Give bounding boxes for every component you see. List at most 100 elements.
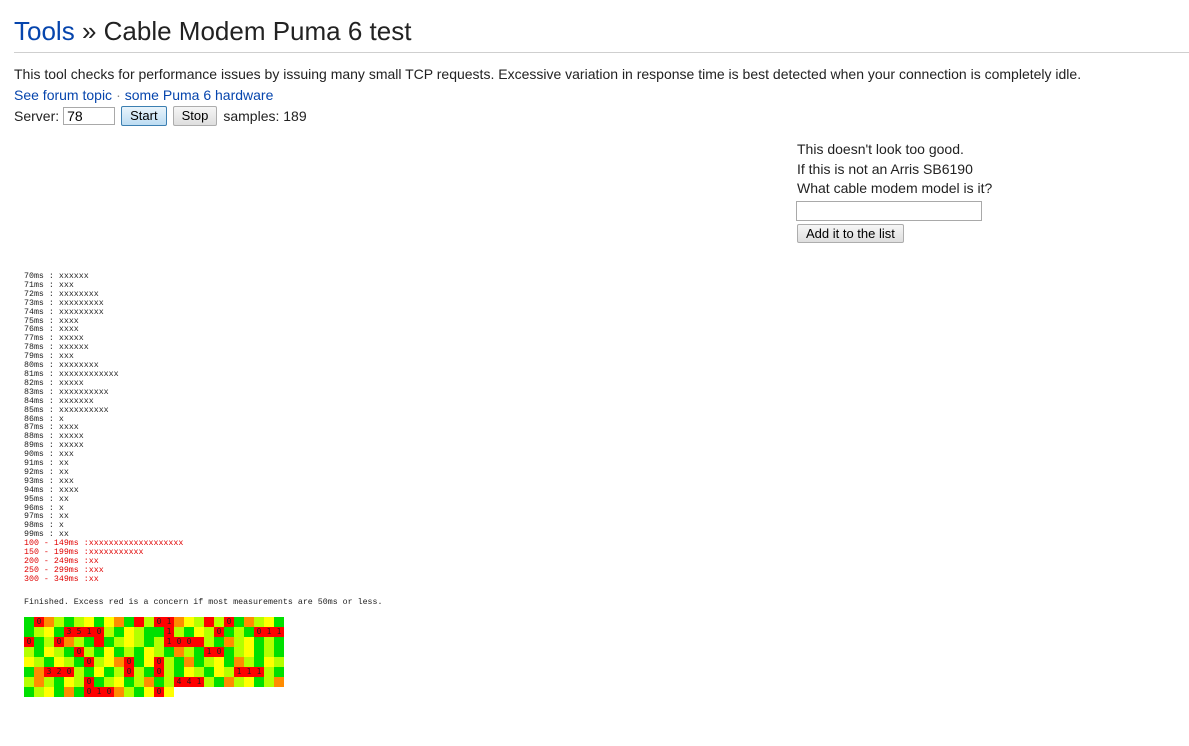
forum-topic-link[interactable]: See forum topic xyxy=(14,87,112,103)
heatmap-cell xyxy=(54,677,64,687)
heatmap-cell xyxy=(194,647,204,657)
heatmap-cell: 1 xyxy=(164,617,174,627)
histogram-row-bar: xxxxxxx xyxy=(58,396,94,406)
heatmap-cell xyxy=(234,617,244,627)
histogram-row-label: 97ms : xyxy=(24,512,59,522)
histogram-row-label: 77ms : xyxy=(24,334,59,344)
heatmap-cell xyxy=(214,657,224,667)
heatmap-cell: 5 xyxy=(74,627,84,637)
heatmap-cell xyxy=(224,657,234,667)
heatmap-cell xyxy=(34,637,44,647)
histogram-row-label: 250 - 299ms : xyxy=(24,565,89,575)
heatmap-cell: 0 xyxy=(254,627,264,637)
start-button[interactable]: Start xyxy=(121,106,167,126)
heatmap-cell xyxy=(264,677,274,687)
stop-button[interactable]: Stop xyxy=(172,106,218,126)
breadcrumb-tools-link[interactable]: Tools xyxy=(14,16,75,46)
heatmap-cell xyxy=(144,617,154,627)
histogram-row-bar: xxxxxxxx xyxy=(58,289,99,299)
histogram-row-label: 87ms : xyxy=(24,423,59,433)
histogram-row-label: 83ms : xyxy=(24,387,59,397)
heatmap-cell xyxy=(204,627,214,637)
heatmap-cell xyxy=(164,667,174,677)
heatmap-cell xyxy=(214,677,224,687)
heatmap-cell: 3 xyxy=(44,667,54,677)
heatmap-cell xyxy=(114,637,124,647)
heatmap-cell xyxy=(74,617,84,627)
heatmap-cell xyxy=(104,617,114,627)
histogram-row-bar: xxxx xyxy=(58,485,79,495)
histogram-row-bar: x xyxy=(58,414,64,424)
add-to-list-button[interactable]: Add it to the list xyxy=(797,223,904,243)
histogram-row-label: 80ms : xyxy=(24,361,59,371)
heatmap-cell: 0 xyxy=(74,647,84,657)
histogram-row-label: 100 - 149ms : xyxy=(24,539,89,549)
heatmap-cell xyxy=(154,627,164,637)
heatmap-cell xyxy=(244,637,254,647)
puma6-hardware-link[interactable]: some Puma 6 hardware xyxy=(125,87,274,103)
heatmap-cell xyxy=(174,617,184,627)
heatmap-cell xyxy=(174,667,184,677)
heatmap-cell xyxy=(224,647,234,657)
heatmap-cell xyxy=(144,667,154,677)
heatmap-cell: 1 xyxy=(244,667,254,677)
heatmap-cell: 0 xyxy=(224,617,234,627)
heatmap-cell xyxy=(44,657,54,667)
histogram-row-bar: xxxxx xyxy=(58,441,84,451)
histogram-row-bar: xxxx xyxy=(58,325,79,335)
heatmap-cell xyxy=(244,657,254,667)
histogram-row-bar: xxxxxxxxxxx xyxy=(88,548,144,558)
heatmap-cell xyxy=(114,687,124,697)
heatmap-cell xyxy=(244,647,254,657)
heatmap-cell xyxy=(264,667,274,677)
modem-question: What cable modem model is it? xyxy=(797,180,993,196)
page-title-text: Cable Modem Puma 6 test xyxy=(103,16,412,46)
heatmap-cell: 0 xyxy=(84,657,94,667)
histogram-row-label: 99ms : xyxy=(24,530,59,540)
heatmap-cell xyxy=(134,677,144,687)
heatmap-cell xyxy=(254,637,264,647)
finished-message: Finished. Excess red is a concern if mos… xyxy=(24,598,383,607)
link-separator: · xyxy=(116,87,121,103)
heatmap-cell xyxy=(114,617,124,627)
histogram-row-bar: xx xyxy=(58,494,69,504)
heatmap-cell xyxy=(124,677,134,687)
histogram-row-bar: xxxxxxxxxx xyxy=(58,387,109,397)
heatmap-cell xyxy=(194,657,204,667)
heatmap-cell: 4 xyxy=(184,677,194,687)
heatmap-cell xyxy=(114,647,124,657)
histogram-row-bar: xxx xyxy=(58,476,74,486)
histogram-row-bar: xxx xyxy=(58,450,74,460)
heatmap-cell xyxy=(84,647,94,657)
histogram-row-bar: x xyxy=(58,503,64,513)
heatmap-cell xyxy=(204,617,214,627)
modem-model-input[interactable] xyxy=(796,200,982,221)
heatmap-cell xyxy=(224,677,234,687)
histogram-row-label: 89ms : xyxy=(24,441,59,451)
histogram-row-bar: xxxxx xyxy=(58,378,84,388)
heatmap-cell: 1 xyxy=(94,687,104,697)
heatmap-cell xyxy=(214,667,224,677)
histogram-row-bar: xxxx xyxy=(58,316,79,326)
header-divider xyxy=(14,52,1189,53)
heatmap-cell xyxy=(194,617,204,627)
heatmap-cell: 1 xyxy=(234,667,244,677)
heatmap-cell: 0 xyxy=(124,657,134,667)
heatmap-cell xyxy=(274,617,284,627)
heatmap-cell xyxy=(214,637,224,647)
heatmap-cell xyxy=(144,637,154,647)
server-input[interactable] xyxy=(63,107,116,125)
heatmap-cell: 1 xyxy=(164,627,174,637)
histogram-row-bar: xx xyxy=(58,512,69,522)
heatmap-cell xyxy=(144,657,154,667)
heatmap-cell: 0 xyxy=(154,687,164,697)
heatmap-cell xyxy=(34,627,44,637)
histogram-row-label: 75ms : xyxy=(24,316,59,326)
heatmap-cell xyxy=(54,657,64,667)
heatmap-cell: 0 xyxy=(184,637,194,647)
heatmap-cell xyxy=(254,657,264,667)
heatmap-cell xyxy=(144,677,154,687)
links-row: See forum topic · some Puma 6 hardware xyxy=(14,86,273,104)
heatmap-cell xyxy=(94,657,104,667)
histogram-row-label: 95ms : xyxy=(24,494,59,504)
